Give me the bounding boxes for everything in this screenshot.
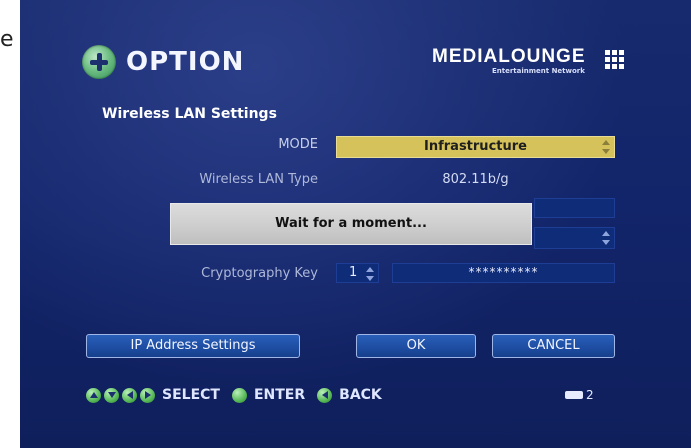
cryptography-key-label: Cryptography Key bbox=[201, 266, 318, 281]
mode-value: Infrastructure bbox=[424, 139, 527, 154]
hidden-select-2[interactable] bbox=[534, 227, 615, 249]
left-arrow-icon bbox=[122, 387, 137, 403]
up-down-arrows-icon bbox=[602, 140, 610, 154]
page-number: 2 bbox=[586, 388, 594, 402]
up-down-arrows-icon bbox=[602, 231, 610, 245]
stray-text: e bbox=[0, 27, 14, 52]
wireless-lan-type-label: Wireless LAN Type bbox=[199, 172, 318, 187]
hidden-field-1[interactable] bbox=[534, 198, 615, 218]
tv-screen: OPTION MEDIALOUNGE Entertainment Network… bbox=[20, 0, 691, 448]
key-index-value: 1 bbox=[349, 265, 358, 280]
page-title: OPTION bbox=[126, 47, 245, 77]
mode-select[interactable]: Infrastructure bbox=[336, 136, 615, 158]
back-hint: BACK bbox=[339, 387, 382, 403]
page-icon bbox=[565, 391, 583, 399]
section-title: Wireless LAN Settings bbox=[102, 106, 277, 122]
mode-label: MODE bbox=[278, 137, 318, 152]
header: OPTION bbox=[82, 44, 244, 80]
page-indicator: 2 bbox=[565, 388, 594, 402]
enter-button-icon bbox=[231, 387, 247, 403]
back-button-icon bbox=[317, 387, 333, 403]
brand-grid-icon bbox=[605, 50, 625, 69]
up-down-arrows-icon bbox=[366, 267, 374, 281]
wireless-lan-type-value: 802.11b/g bbox=[442, 172, 509, 187]
brand-logo: MEDIALOUNGE Entertainment Network bbox=[432, 46, 652, 80]
ok-button[interactable]: OK bbox=[356, 334, 476, 358]
select-hint: SELECT bbox=[162, 387, 220, 403]
remote-hints: SELECT ENTER BACK bbox=[86, 385, 382, 405]
brand-name: MEDIALOUNGE bbox=[432, 46, 586, 67]
cryptography-key-index[interactable]: 1 bbox=[336, 263, 379, 283]
ip-address-settings-button[interactable]: IP Address Settings bbox=[86, 334, 300, 358]
option-dpad-icon bbox=[82, 45, 116, 79]
down-arrow-icon bbox=[104, 387, 119, 403]
brand-tagline: Entertainment Network bbox=[492, 67, 585, 75]
wait-dialog: Wait for a moment... bbox=[170, 203, 532, 245]
cryptography-key-input[interactable]: ********** bbox=[392, 263, 615, 283]
up-arrow-icon bbox=[86, 387, 101, 403]
right-arrow-icon bbox=[140, 387, 155, 403]
cancel-button[interactable]: CANCEL bbox=[492, 334, 615, 358]
enter-hint: ENTER bbox=[253, 387, 306, 403]
